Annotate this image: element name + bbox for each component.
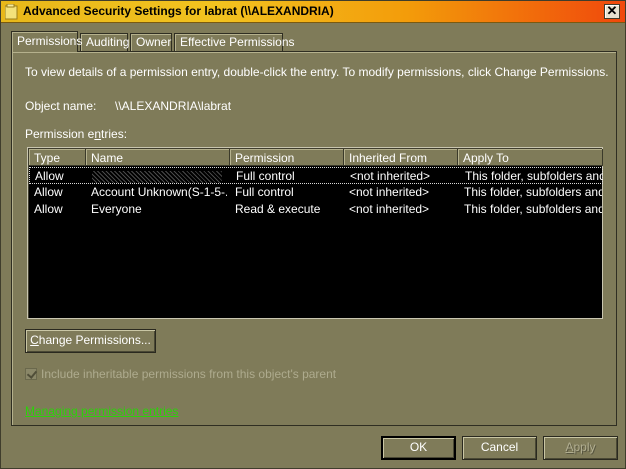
- column-header-inherited-from[interactable]: Inherited From: [344, 149, 458, 166]
- cell-type: Allow: [34, 185, 63, 199]
- permission-entries-label: Permission entries:: [25, 127, 128, 141]
- list-header: Type Name Permission Inherited From Appl…: [29, 149, 603, 166]
- folder-icon: [5, 4, 18, 20]
- ok-button[interactable]: OK: [381, 436, 456, 460]
- cell-name: Account Unknown(S-1-5-...: [91, 185, 227, 199]
- cancel-button[interactable]: Cancel: [462, 436, 537, 460]
- permission-entries-list[interactable]: Type Name Permission Inherited From Appl…: [27, 147, 603, 319]
- object-name-label: Object name:: [25, 99, 97, 113]
- include-inheritable-row: Include inheritable permissions from thi…: [25, 367, 336, 381]
- obscured-name: [92, 170, 222, 183]
- cell-name-obscured: [92, 169, 222, 183]
- table-row[interactable]: Allow Account Unknown(S-1-5-... Full con…: [29, 184, 603, 201]
- cell-name: Everyone: [91, 202, 142, 216]
- advanced-security-settings-dialog: Advanced Security Settings for labrat (\…: [0, 0, 626, 469]
- table-row[interactable]: Allow Everyone Read & execute <not inher…: [29, 201, 603, 218]
- cell-permission: Full control: [236, 169, 295, 183]
- column-header-name[interactable]: Name: [86, 149, 230, 166]
- table-row[interactable]: Allow Full control <not inherited> This …: [29, 167, 603, 184]
- cell-type: Allow: [34, 202, 63, 216]
- title-bar[interactable]: Advanced Security Settings for labrat (\…: [1, 1, 625, 23]
- include-inheritable-checkbox[interactable]: [25, 368, 37, 380]
- include-inheritable-label: Include inheritable permissions from thi…: [41, 367, 337, 381]
- cell-permission: Full control: [235, 185, 294, 199]
- cell-inherited-from: <not inherited>: [350, 169, 431, 183]
- cell-apply-to: This folder, subfolders and...: [464, 185, 602, 199]
- permissions-panel: To view details of a permission entry, d…: [11, 51, 617, 426]
- object-name-value: \\ALEXANDRIA\labrat: [115, 99, 232, 113]
- change-permissions-button[interactable]: Change Permissions...: [25, 329, 156, 353]
- tab-effective-permissions[interactable]: Effective Permissions: [174, 33, 295, 51]
- tab-owner[interactable]: Owner: [130, 33, 172, 51]
- close-icon: ✕: [606, 3, 618, 18]
- apply-button[interactable]: Apply: [543, 436, 618, 460]
- cell-type: Allow: [35, 169, 64, 183]
- tab-permissions[interactable]: Permissions: [11, 31, 82, 52]
- column-header-permission[interactable]: Permission: [230, 149, 344, 166]
- cell-permission: Read & execute: [235, 202, 321, 216]
- managing-permission-entries-link[interactable]: Managing permission entries: [25, 404, 178, 418]
- tab-auditing[interactable]: Auditing: [80, 33, 129, 51]
- window-title: Advanced Security Settings for labrat (\…: [23, 4, 334, 18]
- close-button[interactable]: ✕: [604, 4, 620, 19]
- column-header-type[interactable]: Type: [29, 149, 86, 166]
- instructions-text: To view details of a permission entry, d…: [25, 65, 609, 79]
- cell-inherited-from: <not inherited>: [349, 185, 430, 199]
- cell-apply-to: This folder, subfolders and...: [464, 202, 602, 216]
- cell-inherited-from: <not inherited>: [349, 202, 430, 216]
- cell-apply-to: This folder, subfolders and...: [465, 169, 603, 183]
- column-header-apply-to[interactable]: Apply To: [458, 149, 603, 166]
